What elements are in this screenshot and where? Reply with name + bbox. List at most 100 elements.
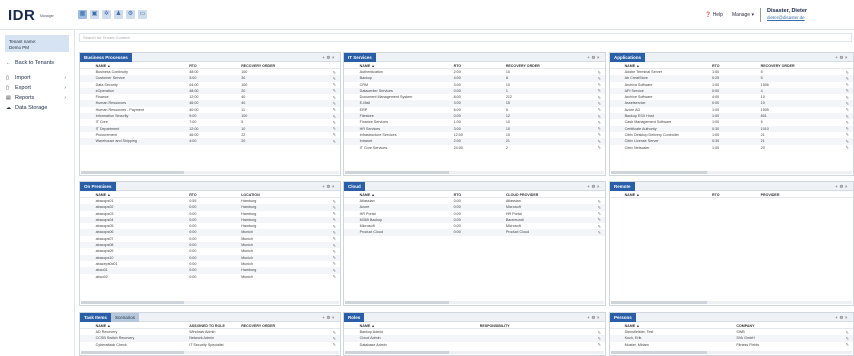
panel-title-tab[interactable]: Applications [610, 53, 646, 62]
edit-icon[interactable]: ✎ [598, 88, 601, 93]
edit-icon[interactable]: ✎ [333, 217, 336, 222]
edit-icon[interactable]: ✎ [333, 342, 336, 347]
column-header[interactable]: NAME ▲ [360, 324, 375, 328]
edit-icon[interactable]: ✎ [598, 76, 601, 81]
edit-icon[interactable]: ✎ [598, 70, 601, 75]
edit-icon[interactable]: ✎ [846, 114, 849, 119]
edit-icon[interactable]: ✎ [333, 205, 336, 210]
edit-icon[interactable]: ✎ [598, 211, 601, 216]
table-row[interactable]: Database Admin ✎ [344, 342, 605, 348]
edit-icon[interactable]: ✎ [333, 255, 336, 260]
horizontal-scrollbar[interactable] [345, 301, 604, 304]
help-link[interactable]: ❓ Help [705, 12, 723, 18]
edit-icon[interactable]: ✎ [846, 101, 849, 106]
column-header[interactable]: RECOVERY ORDER [761, 64, 795, 68]
edit-icon[interactable]: ✎ [333, 76, 336, 81]
column-header[interactable]: RECOVERY ORDER [241, 64, 275, 68]
monitor-icon[interactable]: ▭ [138, 10, 147, 19]
panel-title-tab[interactable]: Persons [610, 313, 636, 322]
column-header[interactable]: NAME ▲ [96, 193, 111, 197]
edit-icon[interactable]: ✎ [333, 114, 336, 119]
edit-icon[interactable]: ✎ [333, 249, 336, 254]
column-header[interactable]: RTO [189, 193, 197, 197]
settings-icon[interactable]: ✲ [102, 10, 111, 19]
logo[interactable]: IDR [8, 7, 35, 24]
column-header[interactable]: RTO [712, 193, 720, 197]
horizontal-scrollbar[interactable] [81, 351, 339, 354]
edit-icon[interactable]: ✎ [598, 199, 601, 204]
edit-icon[interactable]: ✎ [333, 101, 336, 106]
column-header[interactable]: NAME ▲ [360, 193, 375, 197]
edit-icon[interactable]: ✎ [846, 342, 849, 347]
close-icon[interactable]: × [332, 315, 336, 320]
edit-icon[interactable]: ✎ [846, 76, 849, 81]
edit-icon[interactable]: ✎ [846, 132, 849, 137]
edit-icon[interactable]: ✎ [846, 95, 849, 100]
edit-icon[interactable]: ✎ [598, 120, 601, 125]
user-name[interactable]: Disaster, Dieter [767, 8, 807, 14]
table-row[interactable]: Citrix Netscaler 1:00 20 ✎ [610, 145, 853, 151]
close-icon[interactable]: × [597, 184, 601, 189]
edit-icon[interactable]: ✎ [598, 205, 601, 210]
edit-icon[interactable]: ✎ [598, 145, 601, 150]
table-row[interactable]: Product Cloud 0:00 Product Cloud ✎ [344, 229, 605, 236]
sidebar-item-import[interactable]: ▯ Import › [0, 73, 74, 83]
horizontal-scrollbar[interactable] [611, 301, 852, 304]
horizontal-scrollbar[interactable] [81, 301, 339, 304]
column-header[interactable]: RTO [189, 64, 197, 68]
edit-icon[interactable]: ✎ [333, 82, 336, 87]
column-header[interactable]: NAME ▲ [360, 64, 375, 68]
panel-title-tab[interactable]: Remote [610, 182, 635, 191]
column-header[interactable]: NAME ▲ [96, 64, 111, 68]
edit-icon[interactable]: ✎ [333, 268, 336, 273]
column-header[interactable]: ASSIGNED TO ROLE [189, 324, 225, 328]
edit-icon[interactable]: ✎ [598, 336, 601, 341]
edit-icon[interactable]: ✎ [333, 107, 336, 112]
close-icon[interactable]: × [332, 55, 336, 60]
horizontal-scrollbar[interactable] [611, 351, 852, 354]
tools-icon[interactable]: ⚙ [126, 10, 135, 19]
edit-icon[interactable]: ✎ [598, 82, 601, 87]
edit-icon[interactable]: ✎ [333, 274, 336, 279]
close-icon[interactable]: × [845, 55, 849, 60]
column-header[interactable]: RESPONSIBILITY [480, 324, 510, 328]
edit-icon[interactable]: ✎ [598, 114, 601, 119]
edit-icon[interactable]: ✎ [333, 132, 336, 137]
edit-icon[interactable]: ✎ [846, 145, 849, 150]
panel-title-tab[interactable]: Business Processes [80, 53, 132, 62]
edit-icon[interactable]: ✎ [333, 243, 336, 248]
column-header[interactable]: NAME ▲ [625, 324, 640, 328]
column-header[interactable]: NAME ▲ [625, 64, 640, 68]
edit-icon[interactable]: ✎ [333, 88, 336, 93]
close-icon[interactable]: × [597, 315, 601, 320]
edit-icon[interactable]: ✎ [846, 139, 849, 144]
column-header[interactable]: RTO [712, 64, 720, 68]
edit-icon[interactable]: ✎ [333, 236, 336, 241]
edit-icon[interactable]: ✎ [598, 139, 601, 144]
edit-icon[interactable]: ✎ [333, 120, 336, 125]
close-icon[interactable]: × [332, 184, 336, 189]
people-icon[interactable]: ♟ [114, 10, 123, 19]
edit-icon[interactable]: ✎ [598, 126, 601, 131]
column-header[interactable]: NAME ▲ [625, 193, 640, 197]
panel-title-tab[interactable]: On Premises [80, 182, 116, 191]
edit-icon[interactable]: ✎ [598, 132, 601, 137]
edit-icon[interactable]: ✎ [598, 230, 601, 235]
dashboard-icon[interactable]: ▦ [78, 10, 87, 19]
column-header[interactable]: LOCATION [241, 193, 260, 197]
column-header[interactable]: RTO [454, 64, 462, 68]
edit-icon[interactable]: ✎ [333, 211, 336, 216]
user-email[interactable]: dieter@disaster.de [767, 15, 805, 20]
horizontal-scrollbar[interactable] [81, 171, 339, 174]
edit-icon[interactable]: ✎ [333, 139, 336, 144]
close-icon[interactable]: × [845, 315, 849, 320]
column-header[interactable]: PROVIDER [761, 193, 780, 197]
edit-icon[interactable]: ✎ [846, 70, 849, 75]
close-icon[interactable]: × [597, 55, 601, 60]
horizontal-scrollbar[interactable] [345, 171, 604, 174]
edit-icon[interactable]: ✎ [598, 107, 601, 112]
edit-icon[interactable]: ✎ [333, 95, 336, 100]
table-row[interactable]: Muster, Miriam Fitness Fields ✎ [610, 342, 853, 348]
back-to-tenants-link[interactable]: ← Back to Tenants [0, 58, 74, 68]
edit-icon[interactable]: ✎ [846, 88, 849, 93]
